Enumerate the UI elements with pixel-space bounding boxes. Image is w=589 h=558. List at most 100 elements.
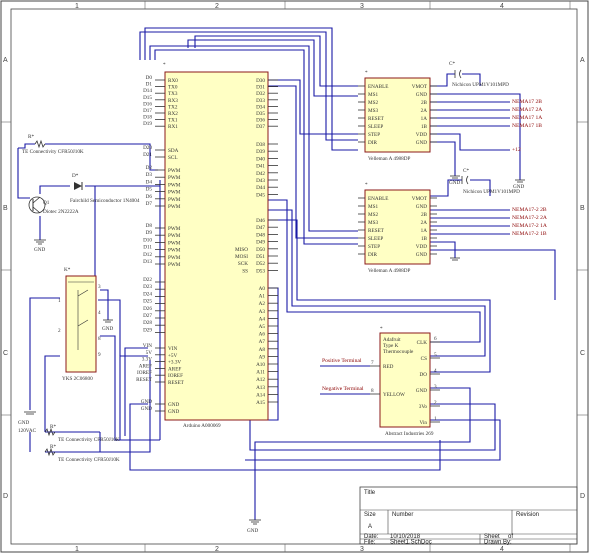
arduino-pin-right: D45 — [256, 192, 265, 198]
svg-text:2: 2 — [58, 328, 61, 334]
arduino-pin-right: D47 — [256, 225, 265, 231]
arduino-pin-right: D32 — [256, 91, 265, 97]
driver-pin-left: MS2 — [368, 100, 378, 106]
driver1-ref: * — [365, 70, 368, 76]
zone-row-right: D — [580, 493, 585, 500]
tb-size-value: A — [368, 524, 372, 530]
arduino-pin-right: A13 — [256, 385, 265, 391]
arduino-pin-fn: IOREF — [168, 373, 183, 379]
driver-pin-right: VMOT — [412, 196, 428, 202]
arduino-pin-num: D2 — [146, 165, 153, 171]
arduino-pin-num: D7 — [146, 201, 153, 207]
relay-name: YKS 2C06800 — [62, 376, 93, 382]
arduino-pin-right: A11 — [256, 370, 265, 376]
arduino-pin-right: A15 — [256, 400, 265, 406]
zone-col-bottom: 4 — [500, 546, 504, 553]
thermo-pin-right-num: 4 — [434, 368, 437, 374]
arduino-pin-right: D48 — [256, 232, 265, 238]
net-nema17-2-1a: NEMA17-2 1A — [512, 223, 547, 229]
arduino-pin-fn: +3.3V — [168, 360, 181, 366]
net-negative-terminal: Negative Terminal — [322, 386, 364, 392]
arduino-pin-fn: PWM — [168, 248, 181, 254]
arduino-pin-right-fn: SS — [242, 268, 248, 274]
arduino-pin-num: D23 — [143, 284, 152, 290]
thermo-ref: * — [380, 326, 383, 332]
arduino-pin-right: D34 — [256, 104, 265, 110]
arduino-pin-num: 3.3V — [142, 357, 152, 363]
thermo-pin-right-num: 3 — [434, 384, 437, 390]
zone-col-top: 1 — [75, 3, 79, 10]
diode-ref: D* — [72, 173, 79, 179]
arduino-pin-fn: SCL — [168, 155, 178, 161]
arduino-pin-num: D28 — [143, 320, 152, 326]
arduino-pin-right: D46 — [256, 218, 265, 224]
arduino-pin-fn: PWM — [168, 197, 181, 203]
arduino-pin-fn: PWM — [168, 168, 181, 174]
arduino-pin-num: D3 — [146, 172, 153, 178]
zone-col-bottom: 3 — [360, 546, 364, 553]
thermo-pin-right-num: 6 — [434, 336, 437, 342]
arduino-pin-right: D52 — [256, 261, 265, 267]
svg-text:9: 9 — [98, 352, 101, 358]
arduino-pin-right: A9 — [259, 354, 266, 360]
net-nema17-2-1b: NEMA17-2 1B — [512, 231, 547, 237]
zone-row-left: B — [3, 205, 8, 212]
arduino-pin-fn: PWM — [168, 240, 181, 246]
arduino-pin-fn: RESET — [168, 380, 185, 386]
thermo-pin-right-num: 5 — [434, 352, 437, 358]
arduino-pin-fn: RX3 — [168, 98, 178, 104]
driver-pin-right: 2A — [421, 108, 428, 114]
arduino-pin-num: D1 — [146, 82, 153, 88]
driver-pin-right: 1B — [421, 124, 428, 130]
driver-pin-right: 2B — [421, 100, 428, 106]
svg-text:GND: GND — [449, 180, 460, 186]
thermo-pin-right: CLK — [417, 340, 428, 346]
tb-file-label: File: — [364, 540, 376, 546]
arduino-ref: * — [163, 62, 166, 68]
zone-row-left: A — [3, 57, 8, 64]
driver-pin-left: ENABLE — [368, 84, 388, 90]
ac-label: 120VAC — [18, 428, 37, 434]
r-b1-name: TE Connectivity CFR50J10K — [58, 437, 120, 443]
net-nema17-1a: NEMA17 1A — [512, 115, 542, 121]
arduino-pin-num: D0 — [146, 75, 153, 81]
net-nema17-2b: NEMA17 2B — [512, 99, 542, 105]
driver-pin-right: GND — [416, 140, 427, 146]
r-top-ref: R* — [28, 134, 34, 140]
driver-pin-right: 1A — [421, 228, 428, 234]
driver-pin-left: STEP — [368, 132, 380, 138]
arduino-pin-fn: VIN — [168, 346, 177, 352]
arduino-pin-right: A5 — [259, 324, 266, 330]
driver-pin-right: VDD — [416, 132, 427, 138]
arduino-pin-num: D20 — [143, 145, 152, 151]
arduino-pin-num: D27 — [143, 313, 152, 319]
driver-pin-left: MS2 — [368, 212, 378, 218]
arduino-pin-right: D44 — [256, 185, 265, 191]
arduino-pin-num: D12 — [143, 252, 152, 258]
r-b2-name: TE Connectivity CFR50J10K — [58, 457, 120, 463]
driver-pin-right: GND — [416, 92, 427, 98]
arduino-pin-right: A7 — [259, 339, 266, 345]
driver-pin-left: ENABLE — [368, 196, 388, 202]
arduino-pin-right: D38 — [256, 142, 265, 148]
arduino-pin-num: D4 — [146, 179, 153, 185]
thermo-pin-right-num: 2 — [434, 400, 437, 406]
arduino-pin-right: A0 — [259, 286, 266, 292]
thermo-title-3: Thermocouple — [383, 349, 414, 355]
tb-revision-label: Revision — [516, 512, 539, 518]
thermo-pin-right-num: 1 — [434, 416, 437, 422]
r-b2-ref: R* — [50, 444, 56, 450]
thermo-pin-right: 3Vo — [419, 404, 428, 410]
r-top-name: TE Connectivity CFR50J10K — [22, 149, 84, 155]
driver-pin-right: VDD — [416, 244, 427, 250]
arduino-pin-fn: +5V — [168, 353, 178, 359]
net-positive-terminal: Positive Terminal — [322, 358, 362, 364]
thermo-pin-right: CS — [421, 356, 427, 362]
schematic-canvas: A AB BC CD D11223344 D0 RX0D1 TX0D14 TX3… — [0, 0, 589, 558]
arduino-pin-fn: RX2 — [168, 111, 178, 117]
driver-pin-left: MS1 — [368, 204, 378, 210]
driver-pin-left: MS3 — [368, 108, 378, 114]
arduino-pin-num: D24 — [143, 291, 152, 297]
arduino-pin-fn: PWM — [168, 175, 181, 181]
arduino-pin-right-fn: MISO — [235, 247, 248, 253]
